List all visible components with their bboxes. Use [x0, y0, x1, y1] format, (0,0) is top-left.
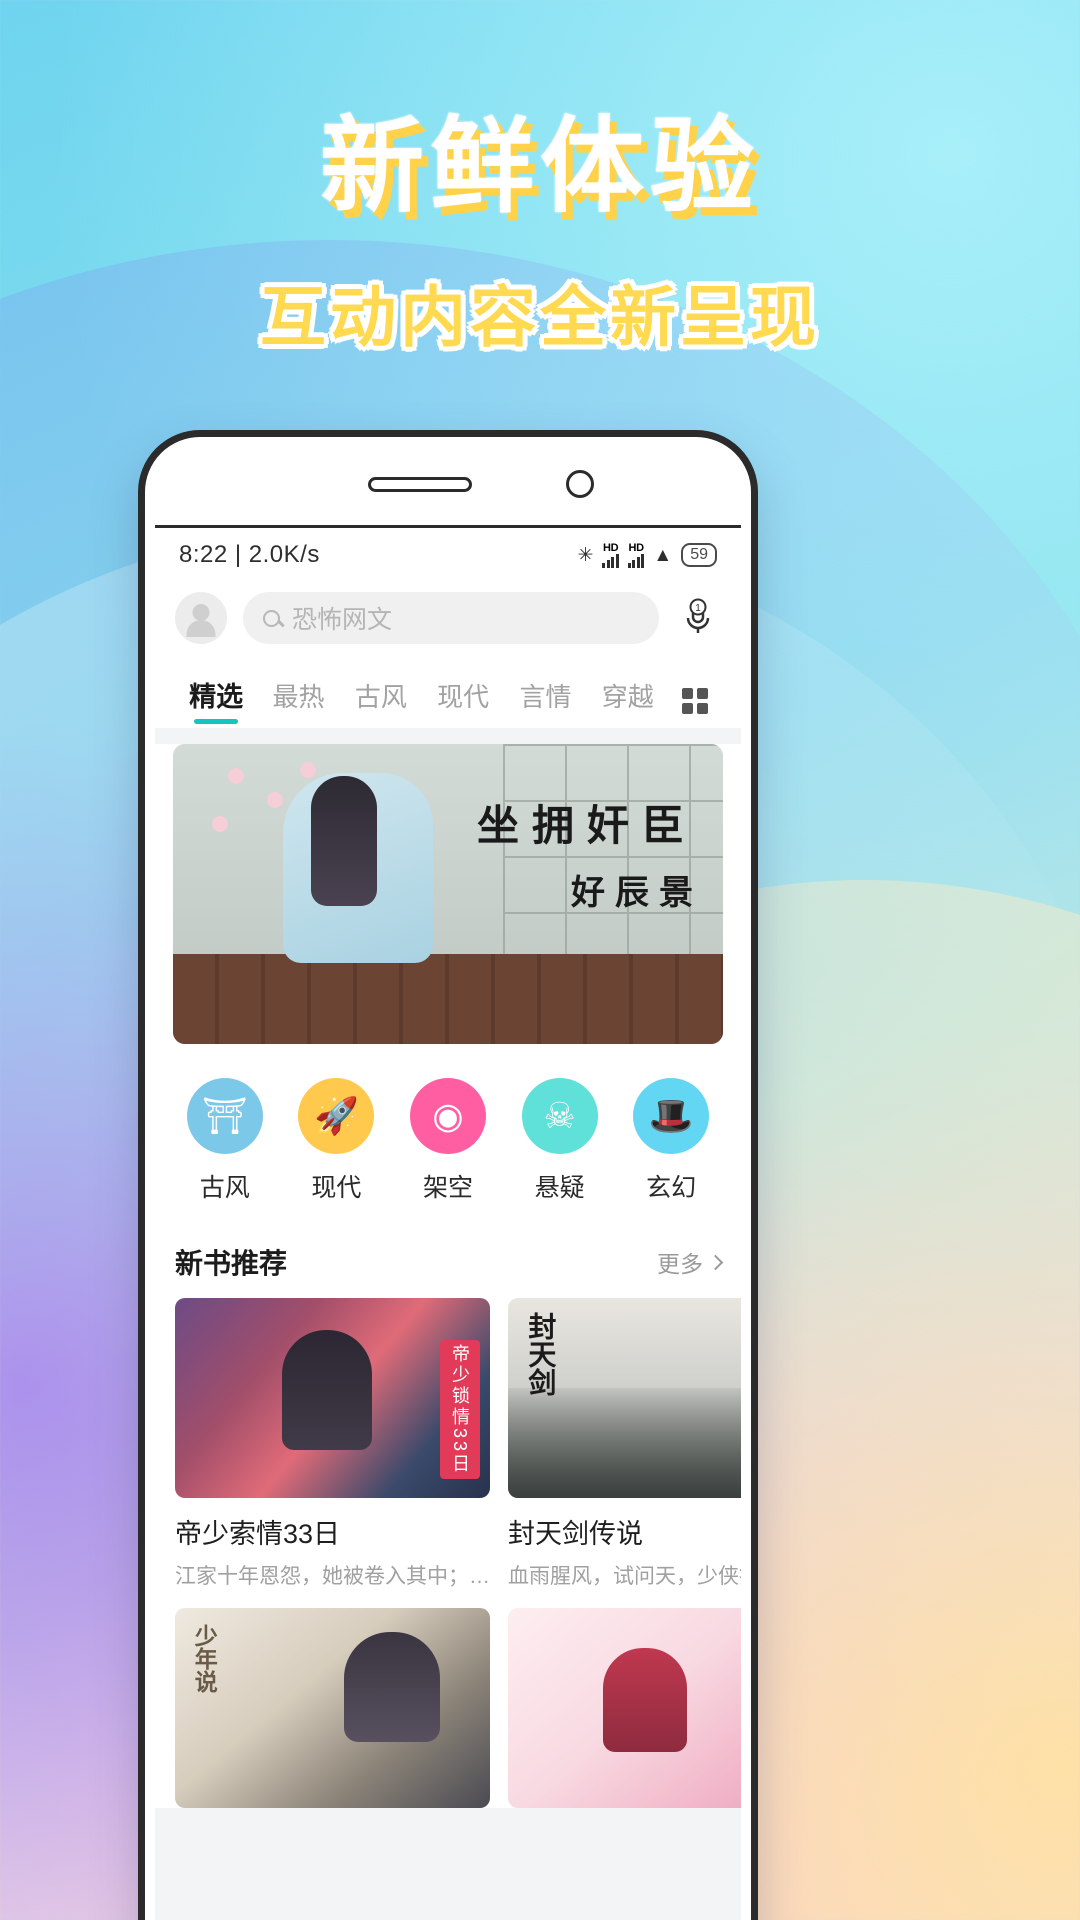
tab-xiandai[interactable]: 现代 [422, 677, 504, 728]
search-placeholder: 恐怖网文 [292, 606, 393, 634]
promo-text-block: 新鲜体验 互动内容全新呈现 [0, 108, 1080, 360]
fan-icon: ⛩ [186, 1078, 263, 1154]
book-cover-title: 封天剑 [524, 1312, 558, 1396]
new-books-grid: 帝少锁情33日 帝少索情33日 江家十年恩怨，她被卷入其中；… 封天剑 封天剑传… [155, 1292, 741, 1808]
book-cover: 封天剑 [508, 1298, 741, 1498]
banner-title-line2: 好辰景 [571, 873, 703, 913]
category-xuanyi[interactable]: ☠ 悬疑 [504, 1078, 616, 1204]
book-cover [508, 1608, 741, 1808]
book-card[interactable]: 帝少锁情33日 帝少索情33日 江家十年恩怨，她被卷入其中；… [175, 1298, 490, 1590]
phone-mockup: 8:22 | 2.0K/s ✳ HD HD ▲ 59 恐怖网文 1 精选 最热 … [138, 430, 758, 1920]
featured-banner[interactable]: 坐拥奸臣 好辰景 [173, 744, 723, 1044]
rocket-icon: 🚀 [298, 1078, 375, 1154]
tab-jingxuan[interactable]: 精选 [175, 675, 257, 728]
signal-2-icon: HD [627, 541, 645, 568]
chevron-right-icon [707, 1254, 724, 1270]
phone-speaker-grille [368, 477, 472, 492]
phone-side-button-top [751, 652, 758, 726]
signal-1-icon: HD [602, 541, 619, 568]
microphone-icon[interactable]: 1 [675, 592, 721, 644]
signal-bars-2 [627, 553, 645, 568]
category-tabs: 精选 最热 古风 现代 言情 穿越 [155, 660, 741, 728]
new-books-more-button[interactable]: 更多 [657, 1245, 724, 1279]
category-label: 架空 [422, 1174, 473, 1202]
bluetooth-icon: ✳ [577, 544, 594, 566]
magic-hat-icon: 🎩 [633, 1078, 710, 1154]
banner-character-hair [310, 776, 377, 906]
book-cover-title: 少年说 [190, 1624, 218, 1693]
battery-badge: 59 [681, 543, 717, 567]
banner-section: 坐拥奸臣 好辰景 [155, 744, 741, 1044]
category-label: 悬疑 [534, 1174, 585, 1202]
book-description: 江家十年恩怨，她被卷入其中；… [175, 1565, 490, 1588]
book-card[interactable]: 少年说 [175, 1608, 490, 1808]
book-card[interactable]: 封天剑 封天剑传说 血雨腥风，试问天，少侠拔剑，… [508, 1298, 741, 1590]
category-label: 玄幻 [646, 1174, 697, 1202]
more-label: 更多 [657, 1251, 703, 1277]
phone-screen: 8:22 | 2.0K/s ✳ HD HD ▲ 59 恐怖网文 1 精选 最热 … [155, 525, 741, 1920]
tab-gufeng[interactable]: 古风 [340, 677, 422, 728]
status-time-speed: 8:22 | 2.0K/s [179, 541, 320, 568]
category-jiakong[interactable]: ◉ 架空 [392, 1078, 504, 1204]
wifi-icon: ▲ [653, 544, 673, 566]
book-title: 帝少索情33日 [175, 1519, 341, 1549]
tab-yanqing[interactable]: 言情 [504, 677, 586, 728]
signal-bars [602, 553, 619, 568]
status-icons: ✳ HD HD ▲ 59 [577, 541, 717, 568]
book-title: 封天剑传说 [508, 1519, 643, 1549]
promo-subline: 互动内容全新呈现 [260, 279, 820, 357]
banner-floor [173, 954, 723, 1044]
category-shortcuts: ⛩ 古风 🚀 现代 ◉ 架空 ☠ 悬疑 🎩 玄幻 [155, 1044, 741, 1226]
tab-zuire[interactable]: 最热 [257, 677, 339, 728]
phone-front-camera [566, 470, 594, 498]
banner-title-line1: 坐拥奸臣 [476, 801, 697, 850]
skull-icon: ☠ [521, 1078, 598, 1154]
signal-2-label: HD [628, 541, 644, 554]
category-xiandai[interactable]: 🚀 现代 [281, 1078, 393, 1204]
new-books-title: 新书推荐 [175, 1248, 288, 1279]
book-description: 血雨腥风，试问天，少侠拔剑，… [508, 1565, 741, 1588]
svg-text:1: 1 [695, 603, 701, 614]
book-card[interactable] [508, 1608, 741, 1808]
top-search-row: 恐怖网文 1 [155, 582, 741, 660]
search-input[interactable]: 恐怖网文 [243, 592, 659, 644]
category-gufeng[interactable]: ⛩ 古风 [169, 1078, 281, 1204]
book-cover: 帝少锁情33日 [175, 1298, 490, 1498]
tab-chuanyue[interactable]: 穿越 [587, 677, 669, 728]
grid-menu-icon[interactable] [669, 688, 721, 728]
user-avatar-icon[interactable] [175, 592, 227, 644]
category-xuanhuan[interactable]: 🎩 玄幻 [615, 1078, 727, 1204]
search-icon [263, 609, 280, 627]
book-cover: 少年说 [175, 1608, 490, 1808]
category-label: 现代 [311, 1174, 362, 1202]
signal-1-label: HD [602, 541, 619, 554]
phone-side-button-bottom [751, 927, 758, 999]
phone-side-button-middle [751, 767, 758, 895]
new-books-header: 新书推荐 更多 [155, 1226, 741, 1292]
category-label: 古风 [199, 1174, 250, 1202]
banner-title: 坐拥奸臣 好辰景 [477, 792, 697, 914]
crystal-ball-icon: ◉ [409, 1078, 486, 1154]
promo-headline: 新鲜体验 [319, 105, 760, 227]
status-bar: 8:22 | 2.0K/s ✳ HD HD ▲ 59 [155, 528, 741, 582]
book-cover-tag: 帝少锁情33日 [440, 1340, 480, 1480]
